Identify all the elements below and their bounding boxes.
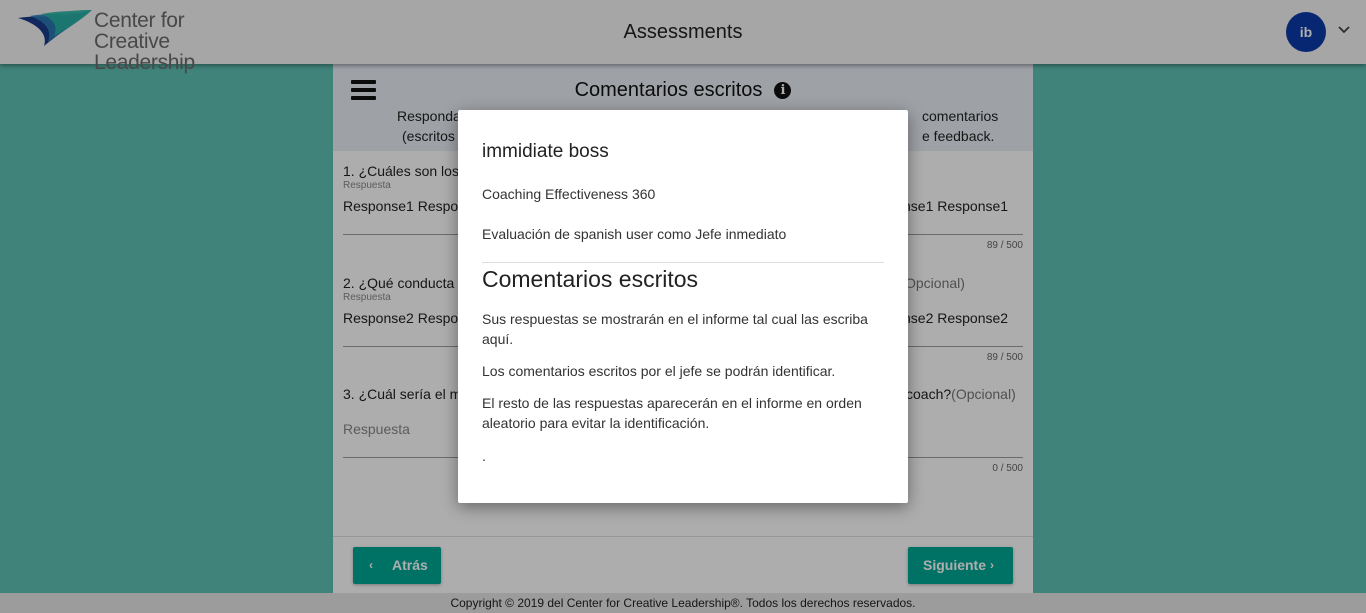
dialog-rater-type: immidiate boss bbox=[482, 141, 609, 162]
dialog-paragraph-4: . bbox=[482, 448, 486, 464]
dialog-paragraph-3: El resto de las respuestas aparecerán en… bbox=[482, 395, 862, 431]
info-dialog: immidiate boss Coaching Effectiveness 36… bbox=[458, 110, 908, 503]
dialog-assessment-name: Coaching Effectiveness 360 bbox=[482, 186, 656, 202]
dialog-heading: Comentarios escritos bbox=[482, 266, 699, 292]
dialog-paragraph-1: Sus respuestas se mostrarán en el inform… bbox=[482, 311, 868, 347]
dialog-divider bbox=[482, 262, 884, 263]
dialog-evaluation: Evaluación de spanish user como Jefe inm… bbox=[482, 226, 787, 242]
dialog-paragraph-2: Los comentarios escritos por el jefe se … bbox=[482, 363, 836, 379]
